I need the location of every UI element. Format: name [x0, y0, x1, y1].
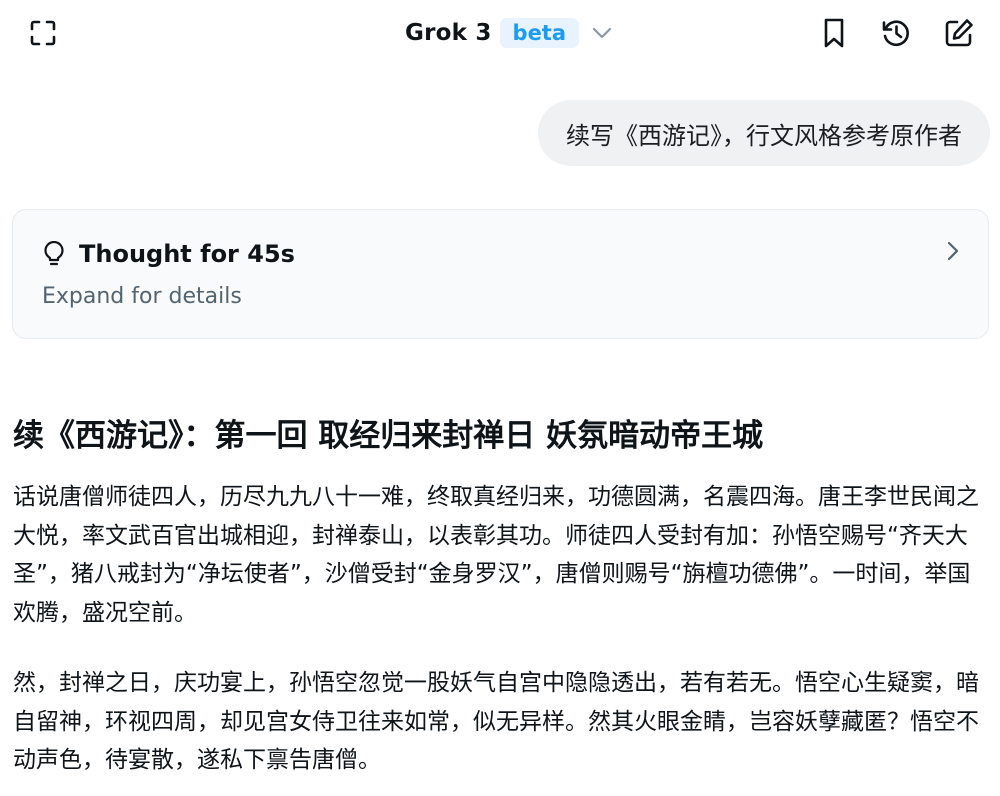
expand-icon[interactable]	[23, 13, 63, 53]
top-bar: Grok 3 beta	[0, 0, 1000, 66]
thought-header: Thought for 45s	[43, 240, 295, 268]
model-selector[interactable]: Grok 3 beta	[405, 14, 613, 52]
history-icon[interactable]	[876, 13, 916, 53]
answer-paragraph: 话说唐僧师徒四人，历尽九九八十一难，终取真经归来，功德圆满，名震四海。唐王李世民…	[13, 484, 979, 626]
answer-paragraph: 然，封禅之日，庆功宴上，孙悟空忽觉一股妖气自宫中隐隐透出，若有若无。悟空心生疑窦…	[13, 670, 979, 773]
thought-duration: Thought for 45s	[79, 240, 295, 268]
expand-details-label: Expand for details	[42, 284, 242, 309]
grok-chat-page: Grok 3 beta 续写《西游记》，行文风格参考原作者 Thought fo…	[0, 0, 1000, 796]
chevron-right-icon	[946, 240, 960, 266]
model-name: Grok 3	[405, 20, 492, 46]
chevron-down-icon	[591, 26, 613, 40]
answer-title: 续《西游记》：第一回 取经归来封禅日 妖氛暗动帝王城	[13, 418, 764, 454]
new-chat-icon[interactable]	[939, 13, 979, 53]
thought-panel[interactable]: Thought for 45s Expand for details	[12, 209, 989, 339]
lightbulb-icon	[43, 241, 65, 267]
bookmark-icon[interactable]	[814, 13, 854, 53]
user-message-bubble: 续写《西游记》，行文风格参考原作者	[538, 100, 990, 166]
beta-badge: beta	[499, 18, 580, 48]
